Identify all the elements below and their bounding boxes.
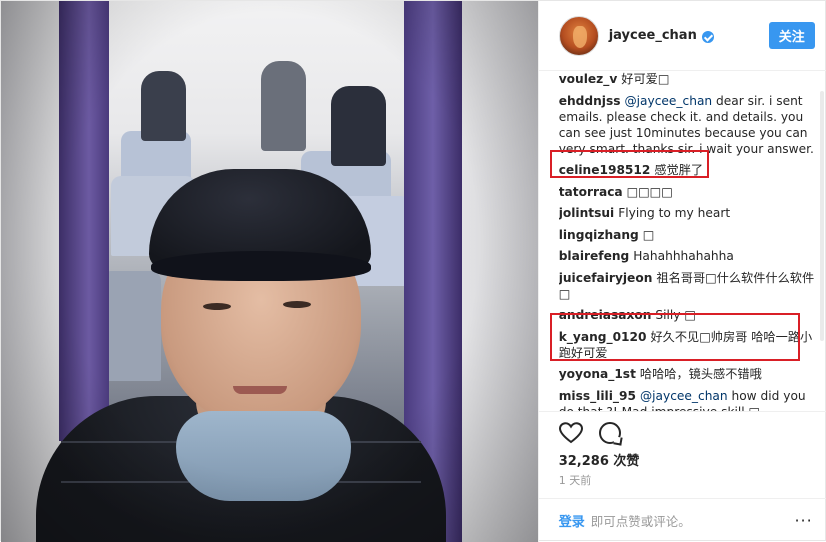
comment-item: ehddnjss @jaycee_chan dear sir. i sent em… (559, 93, 821, 157)
comment-text: □□□□ (626, 184, 673, 199)
post-header: jaycee_chan 关注 (538, 1, 826, 71)
red-highlight-box (549, 313, 800, 361)
comment-scrollbar[interactable] (820, 91, 824, 341)
comment-username[interactable]: miss_lili_95 (559, 389, 636, 403)
likes-count[interactable]: 32,286 次赞 (559, 450, 640, 469)
red-highlight-box (549, 150, 709, 178)
comment-placeholder: 即可点赞或评论。 (590, 514, 691, 529)
more-options-icon[interactable]: ··· (794, 511, 812, 530)
photo-vignette (1, 1, 538, 542)
comment-text: 哈哈哈，镜头感不错哦 (639, 367, 762, 381)
comment-item: voulez_v 好可爱□ (559, 71, 821, 87)
comment-item: yoyona_1st 哈哈哈，镜头感不错哦 (559, 366, 821, 382)
verified-badge-icon (701, 30, 714, 43)
comment-item: lingqizhang □ (559, 227, 821, 243)
comment-username[interactable]: voulez_v (559, 72, 618, 86)
avatar[interactable] (558, 15, 599, 56)
post-timestamp: 1 天前 (558, 474, 592, 487)
instagram-post: jaycee_chan 关注 voulez_v 好可爱□ ehddnjss @jay… (0, 0, 826, 542)
comment-username[interactable]: ehddnjss (559, 94, 621, 108)
login-link[interactable]: 登录 (559, 511, 585, 530)
comment-text: Flying to my heart (618, 206, 731, 220)
comment-username[interactable]: yoyona_1st (559, 367, 636, 381)
comment-username[interactable]: juicefairyjeon (559, 271, 653, 285)
action-icons (558, 422, 621, 444)
post-photo[interactable] (1, 1, 538, 542)
comment-bubble-icon[interactable] (598, 422, 621, 444)
comment-username[interactable]: lingqizhang (559, 228, 639, 242)
heart-icon[interactable] (558, 422, 583, 444)
comment-username[interactable]: tatorraca (559, 185, 623, 199)
comment-text: Hahahhhahahha (633, 249, 734, 263)
comment-item: blairefeng Hahahhhahahha (559, 248, 821, 264)
comment-item: tatorraca □□□□ (559, 184, 821, 200)
comment-username[interactable]: jolintsui (559, 206, 615, 220)
comment-mention[interactable]: @jaycee_chan (624, 94, 712, 108)
comment-item: juicefairyjeon 祖名哥哥□什么软件什么软件□ (559, 270, 821, 302)
follow-button[interactable]: 关注 (768, 22, 815, 49)
post-side-panel: jaycee_chan 关注 voulez_v 好可爱□ ehddnjss @jay… (537, 1, 826, 542)
post-actions: 32,286 次赞 1 天前 登录 即可点赞或评论。 ··· (538, 411, 826, 531)
comment-username[interactable]: blairefeng (559, 249, 630, 263)
comment-mention[interactable]: @jaycee_chan (640, 389, 728, 403)
comment-text: □ (642, 227, 655, 242)
add-comment-bar: 登录 即可点赞或评论。 ··· (538, 498, 826, 542)
comment-text: 好可爱□ (621, 72, 670, 86)
comment-item: miss_lili_95@jaycee_chan how did you do … (559, 388, 821, 412)
username-link[interactable]: jaycee_chan (609, 28, 697, 43)
comment-item: jolintsui Flying to my heart (559, 205, 821, 221)
